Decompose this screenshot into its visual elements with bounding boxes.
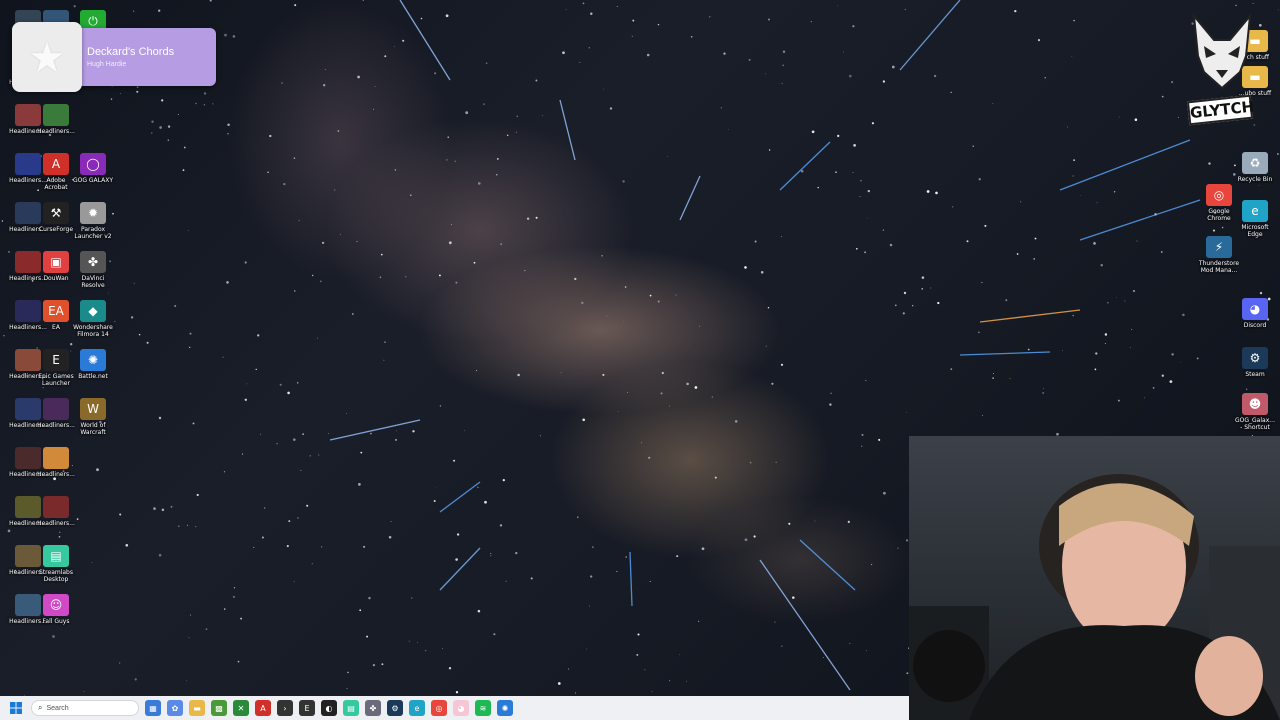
taskbar-copilot-icon[interactable]: ✿ <box>167 700 183 716</box>
desktop-icon-label: Recycle Bin <box>1237 176 1273 183</box>
taskbar: ⌕ Search ▦ ✿ ▬ ▩ ✕ A › E ◐ ▤ ✤ ⚙ e ◎ ◕ ≋ ✺ <box>0 696 909 720</box>
search-icon: ⌕ <box>38 703 43 712</box>
streamlabs-icon: ▤ <box>43 545 69 567</box>
taskbar-file-explorer-icon[interactable]: ▬ <box>189 700 205 716</box>
fox-head-icon <box>1192 12 1252 90</box>
track-title: Deckard's Chords <box>87 46 175 58</box>
taskbar-obs-icon[interactable]: ◐ <box>321 700 337 716</box>
star-icon: ★ <box>12 22 82 92</box>
taskbar-search[interactable]: ⌕ Search <box>31 700 139 716</box>
davinci-icon: ✤ <box>80 251 106 273</box>
desktop-icon-label: Headliners... <box>37 128 75 135</box>
curseforge-icon: ⚒ <box>43 202 69 224</box>
desktop-icon[interactable]: ◯ GOG GALAXY <box>71 153 115 184</box>
taskbar-streamlabs-icon[interactable]: ▤ <box>343 700 359 716</box>
recycle-bin-icon: ♻ <box>1242 152 1268 174</box>
fallguys-icon: ☺ <box>43 594 69 616</box>
desktop-icon[interactable]: ✺ Battle.net <box>71 349 115 380</box>
desktop-icon-label: Discord <box>1243 322 1267 329</box>
gog-icon: ◯ <box>80 153 106 175</box>
thunderstore-icon: ⚡ <box>1206 236 1232 258</box>
desktop-icon-label: Streamlabs Desktop <box>39 569 73 583</box>
desktop-icon-label: Paradox Launcher v2 <box>74 226 112 240</box>
taskbar-chrome-icon[interactable]: ◎ <box>431 700 447 716</box>
discord-icon: ◕ <box>1242 298 1268 320</box>
taskbar-edge-icon[interactable]: e <box>409 700 425 716</box>
thumbnail-icon <box>43 496 69 518</box>
paradox-icon: ✹ <box>80 202 106 224</box>
desktop-icon-label: DaVinci Resolve <box>81 275 105 289</box>
desktop-icon[interactable]: W World of Warcraft <box>71 398 115 436</box>
taskbar-davinci-icon[interactable]: ✤ <box>365 700 381 716</box>
filmora-icon: ◆ <box>80 300 106 322</box>
glytch-logo: GLYTCH <box>1186 12 1258 128</box>
desktop-icon[interactable]: ☺ Fall Guys <box>34 594 78 625</box>
taskbar-acrobat-icon[interactable]: A <box>255 700 271 716</box>
battlenet-icon: ✺ <box>80 349 106 371</box>
chrome-icon: ◎ <box>1206 184 1232 206</box>
desktop-icon[interactable]: Headliners... <box>34 104 78 135</box>
desktop-icon[interactable]: ◆ Wondershare Filmora 14 <box>71 300 115 338</box>
desktop-icon[interactable]: ♻ Recycle Bin <box>1233 152 1277 183</box>
taskbar-minecraft-icon[interactable]: ▩ <box>211 700 227 716</box>
taskbar-discord-icon[interactable]: ◕ <box>453 700 469 716</box>
now-playing-notification[interactable]: ★ Deckard's Chords Hugh Hardie <box>12 22 216 92</box>
desktop-icon[interactable]: e Microsoft Edge <box>1233 200 1277 238</box>
taskbar-battlenet-icon[interactable]: ✺ <box>497 700 513 716</box>
taskbar-xbox-icon[interactable]: ✕ <box>233 700 249 716</box>
thumbnail-icon <box>43 447 69 469</box>
wow-icon: W <box>80 398 106 420</box>
desktop-icon-label: Fall Guys <box>42 618 70 625</box>
desktop-icon-label: Headliners... <box>37 520 75 527</box>
acrobat-icon: A <box>43 153 69 175</box>
desktop-icon[interactable]: ⚡ Thunderstore Mod Mana... <box>1197 236 1241 274</box>
desktop-icon-label: Thunderstore Mod Mana... <box>1198 260 1240 274</box>
glytch-logo-text: GLYTCH <box>1186 94 1255 126</box>
desktop-icon[interactable]: ◕ Discord <box>1233 298 1277 329</box>
desktop-icon-label: Headliners... <box>37 471 75 478</box>
desktop-icon[interactable]: Headliners... <box>34 447 78 478</box>
desktop-icon[interactable]: Headliners... <box>34 496 78 527</box>
taskbar-steam-icon[interactable]: ⚙ <box>387 700 403 716</box>
desktop-icon[interactable]: ▤ Streamlabs Desktop <box>34 545 78 583</box>
desktop-icon-label: GOG_Galax... - Shortcut <box>1235 417 1275 431</box>
desktop-icon[interactable]: ☻ GOG_Galax... - Shortcut <box>1233 393 1277 431</box>
desktop-icon-label: World of Warcraft <box>80 422 106 436</box>
taskbar-epic-icon[interactable]: E <box>299 700 315 716</box>
desktop-icon-label: Steam <box>1245 371 1265 378</box>
douwan-icon: ▣ <box>43 251 69 273</box>
ea-icon: EA <box>43 300 69 322</box>
webcam-overlay <box>909 436 1280 720</box>
epic-icon: E <box>43 349 69 371</box>
taskbar-spotify-icon[interactable]: ≋ <box>475 700 491 716</box>
search-placeholder: Search <box>46 704 69 712</box>
track-artist: Hugh Hardie <box>87 61 127 68</box>
taskbar-widgets-icon[interactable]: ▦ <box>145 700 161 716</box>
shortcut-icon: ☻ <box>1242 393 1268 415</box>
desktop-icon[interactable]: ✹ Paradox Launcher v2 <box>71 202 115 240</box>
windows-start-icon[interactable] <box>5 697 27 719</box>
thumbnail-icon <box>43 398 69 420</box>
taskbar-terminal-icon[interactable]: › <box>277 700 293 716</box>
desktop-icon-label: GOG GALAXY <box>72 177 114 184</box>
desktop-icon-label: Battle.net <box>78 373 108 380</box>
desktop-icon[interactable]: ⚙ Steam <box>1233 347 1277 378</box>
thumbnail-icon <box>43 104 69 126</box>
desktop-icon-label: Wondershare Filmora 14 <box>73 324 113 338</box>
steam-icon: ⚙ <box>1242 347 1268 369</box>
desktop-icon[interactable]: ✤ DaVinci Resolve <box>71 251 115 289</box>
edge-icon: e <box>1242 200 1268 222</box>
